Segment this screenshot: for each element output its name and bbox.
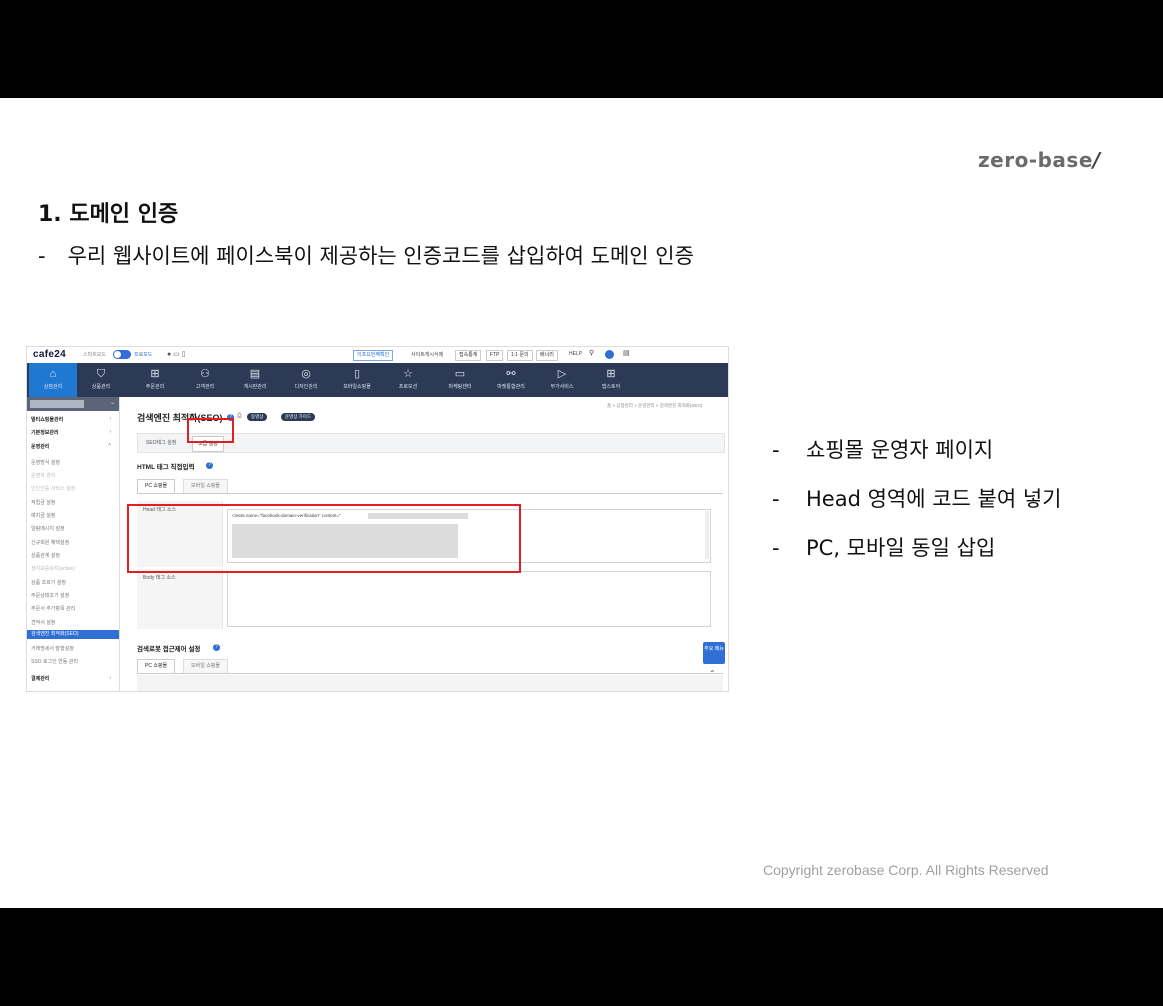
nav-item-9[interactable]: ⚯ 마켓통합관리 [487,363,535,397]
slide-subtitle: - 우리 웹사이트에 페이스북이 제공하는 인증코드를 삽입하여 도메인 인증 [38,244,694,268]
nav-item-6[interactable]: ▯ 모바일쇼핑몰 [333,363,381,397]
nav-item-1[interactable]: ⛉ 상품관리 [77,363,125,397]
palette-icon: ◎ [301,368,311,380]
sidebar-subitem[interactable]: 운영방식 설정 [31,459,115,466]
copyright: Copyright zerobase Corp. All Rights Rese… [763,862,1049,878]
admin-topbar: cafe24 스마트모드 프로모드 ● ▭ ▯ 이프요번째확인 사이트게시식제 … [27,347,728,364]
scrollbar[interactable] [705,511,709,559]
top-button-2[interactable]: 접속통계 [455,350,482,361]
chevron-down-icon: ⌄ [109,400,115,406]
top-button-5[interactable]: 배너리 [536,350,558,361]
body-tag-textarea[interactable] [227,571,711,627]
user-icon[interactable] [605,350,614,359]
cafe24-logo: cafe24 [33,349,66,360]
robot-device-tabs: PC 쇼핑몰 모바일 쇼핑몰 [137,659,723,674]
chevron-up-icon[interactable]: ⌃ [709,669,716,678]
sidebar-item[interactable]: 결제관리 › [31,675,115,682]
cafe24-admin-screenshot: cafe24 스마트모드 프로모드 ● ▭ ▯ 이프요번째확인 사이트게시식제 … [26,346,729,692]
sidebar-subitem-seo[interactable]: 검색엔진 최적화(SEO) [27,630,119,639]
section-robot-access: 검색로봇 접근제어 설정 [137,646,201,653]
top-button-3[interactable]: FTP [486,350,504,361]
sidebar-subitem[interactable]: SSO 로그인 연동 관리 [31,658,115,665]
robot-section-body [137,675,723,691]
body-tag-label: Body 태그 소스 [137,569,223,629]
play-icon: ▷ [557,368,567,380]
tab-seo-tags[interactable]: SEO태그 설정 [146,439,176,446]
main-menu-button[interactable]: 주요 메뉴 [703,642,725,664]
sidebar-subitem[interactable]: 상품관계 설정 [31,552,115,559]
admin-sidebar: ⌄ 멀티쇼핑몰관리 › 기본정보관리 › 운영관리 ^ 운영방식 설정 운영자 관리 … [27,397,120,691]
sidebar-item[interactable]: 멀티쇼핑몰관리 › [31,416,115,423]
sidebar-subitem[interactable]: 생각보증유지(active) [31,565,115,572]
top-link-1[interactable]: 사이트게시식제 [411,351,443,358]
tab-pc-shop[interactable]: PC 쇼핑몰 [137,659,176,673]
sidebar-item[interactable]: 운영관리 ^ [31,443,115,450]
nav-item-2[interactable]: ⊞ 주문관리 [131,363,179,397]
sidebar-item[interactable]: 기본정보관리 › [31,429,115,436]
nav-item-0[interactable]: ⌂ 상점관리 [29,363,77,397]
mobile-icon: ▯ [353,368,361,380]
home-icon: ⌂ [49,368,57,380]
sidebar-subitem[interactable]: 적립금 설정 [31,499,115,506]
print-icon[interactable]: ⎙ [237,413,242,420]
search-icon[interactable]: ⚲ [589,349,594,357]
zerobase-logo: zero-base/ [978,148,1101,172]
sidebar-subitem[interactable]: 인인인증 서비스 설정 [31,485,115,492]
help-icon[interactable]: ? [213,644,220,651]
tab-mobile-shop[interactable]: 모바일 쇼핑몰 [183,659,228,673]
users-icon: ⚇ [200,368,210,380]
nav-item-4[interactable]: ▤ 게시판관리 [231,363,279,397]
mode-label-smart: 스마트모드 [83,352,107,358]
section-html-tag: HTML 태그 직접입력 [137,464,195,471]
nav-item-3[interactable]: ⚇ 고객관리 [181,363,229,397]
top-button-0[interactable]: 이프요번째확인 [353,350,394,361]
bullet-item: - Head 영역에 코드 붙여 넣기 [772,487,1062,511]
sidebar-subitem[interactable]: 주문서 추가항목 관리 [31,605,115,612]
html-device-tabs: PC 쇼핑몰 모바일 쇼핑몰 [137,479,723,494]
sidebar-subitem[interactable]: 견적서 설정 [31,619,115,626]
board-icon: ▤ [249,368,261,380]
bullet-item: - 쇼핑몰 운영자 페이지 [772,438,994,462]
help-icon[interactable]: ? [206,462,213,469]
highlight-advanced-tab [187,418,234,443]
cart-icon: ⊞ [150,368,160,380]
sidebar-subitem[interactable]: 운영자 관리 [31,472,115,479]
bullet-list: - 쇼핑몰 운영자 페이지 - Head 영역에 코드 붙여 넣기 - PC, 모바일… [772,434,1062,581]
notification-icon[interactable]: ▤ [623,349,630,357]
star-icon: ☆ [403,368,413,380]
monitor-icon: ▭ [454,368,466,380]
nav-item-5[interactable]: ◎ 디자인관리 [282,363,330,397]
sidebar-subitem[interactable]: 알림메시지 설정 [31,525,115,532]
nav-item-8[interactable]: ▭ 마케팅센터 [436,363,484,397]
operation-guide-button[interactable]: 운영상 가이드 [281,413,316,421]
top-button-4[interactable]: 1:1 문의 [507,350,533,361]
product-icon: ⛉ [96,368,106,380]
video-guide-button[interactable]: 동영상 [247,413,268,421]
nav-item-7[interactable]: ☆ 프로모션 [384,363,432,397]
device-icons: ● ▭ ▯ [167,351,186,358]
sidebar-subitem[interactable]: 신규회원 혜택설정 [31,539,115,546]
sidebar-subitem[interactable]: 상품 조르기 설정 [31,579,115,586]
sidebar-subitem[interactable]: 거래명세서 발행설정 [31,645,115,652]
tab-mobile-shop[interactable]: 모바일 쇼핑몰 [183,479,228,493]
admin-main-nav: ⌂ 상점관리 ⛉ 상품관리 ⊞ 주문관리 ⚇ 고객관리 ▤ 게시판관리 ◎ 디자인관리 ▯ 모… [27,363,728,397]
tab-pc-shop[interactable]: PC 쇼핑몰 [137,479,176,493]
grid-icon: ⊞ [606,368,616,380]
slide: zero-base/ 1. 도메인 인증 - 우리 웹사이트에 페이스북이 제공하… [0,98,1163,908]
mode-label-pro: 프로모드 [134,352,153,358]
nav-item-10[interactable]: ▷ 부가서비스 [538,363,586,397]
sidebar-subitem[interactable]: 예치금 설정 [31,512,115,519]
top-link-help[interactable]: HELP [569,351,582,357]
sidebar-shop-selector[interactable]: ⌄ [27,397,119,411]
highlight-head-tag [127,504,521,573]
bullet-item: - PC, 모바일 동일 삽입 [772,536,996,560]
mode-toggle[interactable] [113,350,131,359]
breadcrumb: 홈 > 상점관리 > 운영관리 > 검색엔진 최적화(SEO) [607,403,703,408]
sidebar-subitem[interactable]: 주문상태조기 설정 [31,592,115,599]
nav-item-11[interactable]: ⊞ 앱스토어 [587,363,635,397]
network-icon: ⚯ [506,368,516,380]
slide-title: 1. 도메인 인증 [38,202,179,227]
